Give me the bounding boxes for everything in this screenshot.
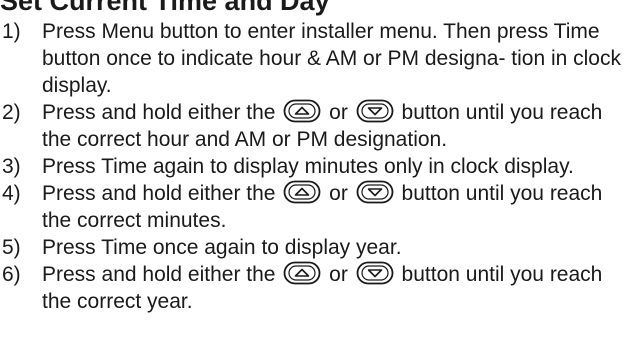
step-text-or: or <box>329 182 348 205</box>
step-4: 4) Press and hold either the or button u… <box>0 180 642 234</box>
section-title: Set Current Time and Day <box>0 0 330 16</box>
step-number: 2) <box>2 101 21 124</box>
up-arrow-button-icon <box>283 261 321 285</box>
step-text-pre: Press and hold either the <box>42 182 276 205</box>
step-text-or: or <box>329 263 348 286</box>
step-text-pre: Press and hold either the <box>42 263 276 286</box>
step-text: Press and hold either the or button unti… <box>42 261 642 315</box>
down-arrow-button-icon <box>356 180 394 204</box>
step-6: 6) Press and hold either the or button u… <box>0 261 642 315</box>
step-number: 3) <box>2 155 21 178</box>
step-number: 6) <box>2 263 21 286</box>
step-5: 5) Press Time once again to display year… <box>0 234 642 261</box>
step-3: 3) Press Time again to display minutes o… <box>0 153 642 180</box>
step-text: Press Time once again to display year. <box>42 236 402 259</box>
step-text: Press Time again to display minutes only… <box>42 155 574 178</box>
step-text: Press and hold either the or button unti… <box>42 99 642 153</box>
step-number: 4) <box>2 182 21 205</box>
up-arrow-button-icon <box>283 99 321 123</box>
down-arrow-button-icon <box>356 99 394 123</box>
up-arrow-button-icon <box>283 180 321 204</box>
step-text: Press and hold either the or button unti… <box>42 180 642 234</box>
step-2: 2) Press and hold either the or button u… <box>0 99 642 153</box>
steps-list: 1) Press Menu button to enter installer … <box>0 18 642 315</box>
step-number: 1) <box>2 20 21 43</box>
step-number: 5) <box>2 236 21 259</box>
down-arrow-button-icon <box>356 261 394 285</box>
step-1: 1) Press Menu button to enter installer … <box>0 18 642 99</box>
step-text-or: or <box>329 101 348 124</box>
step-text-pre: Press and hold either the <box>42 101 276 124</box>
step-text: Press Menu button to enter installer men… <box>42 20 621 97</box>
